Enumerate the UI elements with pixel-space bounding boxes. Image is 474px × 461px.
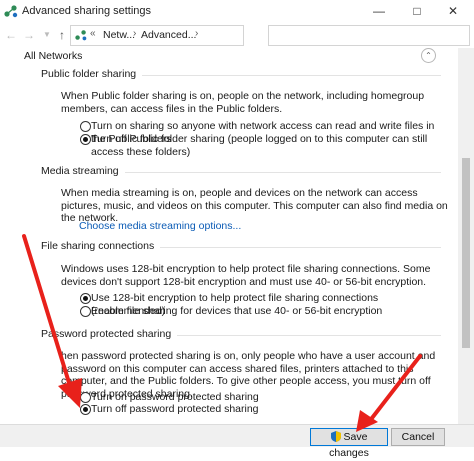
network-share-icon bbox=[4, 5, 18, 18]
scrollbar-thumb[interactable] bbox=[462, 158, 470, 348]
password-sharing-off-option[interactable]: Turn off password protected sharing bbox=[80, 403, 450, 416]
breadcrumb-network[interactable]: Netw... bbox=[103, 29, 135, 41]
radio-button[interactable] bbox=[80, 392, 91, 403]
network-share-icon bbox=[75, 30, 87, 41]
minimize-button[interactable]: — bbox=[362, 0, 396, 22]
section-header: File sharing connections bbox=[41, 239, 441, 255]
media-streaming-options-link[interactable]: Choose media streaming options... bbox=[79, 220, 241, 232]
media-streaming-description: When media streaming is on, people and d… bbox=[61, 187, 448, 224]
up-arrow-icon[interactable]: ↑ bbox=[55, 27, 69, 43]
uac-shield-icon bbox=[330, 431, 341, 442]
public-folder-on-option[interactable]: Turn on sharing so anyone with network a… bbox=[80, 120, 450, 145]
breadcrumb-overflow[interactable]: « bbox=[90, 28, 96, 39]
public-folder-off-option[interactable]: Turn off Public folder sharing (people l… bbox=[80, 133, 450, 159]
public-folder-description: When Public folder sharing is on, people… bbox=[61, 90, 425, 115]
file-sharing-description: Windows uses 128-bit encryption to help … bbox=[61, 263, 431, 288]
public-folder-title: Public folder sharing bbox=[41, 68, 143, 80]
window-title: Advanced sharing settings bbox=[22, 5, 152, 17]
all-networks-header: All Networks bbox=[24, 50, 83, 62]
address-bar: ← → ▼ ↑ « Netw... › Advanced... › bbox=[0, 22, 474, 48]
radio-button[interactable] bbox=[80, 121, 91, 132]
settings-panel: All Networks ⌃ Public folder sharing Whe… bbox=[0, 48, 458, 424]
title-bar: Advanced sharing settings — □ ✕ bbox=[0, 0, 474, 22]
password-sharing-title: Password protected sharing bbox=[41, 328, 178, 340]
radio-button[interactable] bbox=[80, 306, 91, 317]
recent-dropdown-icon[interactable]: ▼ bbox=[40, 27, 54, 43]
breadcrumb-separator[interactable]: › bbox=[133, 28, 136, 39]
breadcrumb-separator[interactable]: › bbox=[195, 28, 198, 39]
dialog-footer: Save changes Cancel bbox=[0, 424, 474, 459]
radio-label: Turn off password protected sharing bbox=[91, 403, 259, 415]
save-changes-button[interactable]: Save changes bbox=[310, 428, 388, 459]
close-button[interactable]: ✕ bbox=[436, 0, 470, 22]
forward-arrow-icon[interactable]: → bbox=[22, 27, 36, 43]
radio-label: Turn off Public folder sharing (people l… bbox=[91, 133, 428, 158]
encryption-128-option[interactable]: Use 128-bit encryption to help protect f… bbox=[80, 292, 450, 317]
search-input[interactable] bbox=[268, 25, 470, 46]
radio-button-selected[interactable] bbox=[80, 293, 91, 304]
breadcrumb-advanced[interactable]: Advanced... bbox=[141, 29, 196, 41]
radio-button-selected[interactable] bbox=[80, 134, 91, 145]
section-header: Public folder sharing bbox=[41, 67, 441, 83]
section-header: Media streaming bbox=[41, 164, 441, 180]
media-streaming-title: Media streaming bbox=[41, 165, 125, 177]
radio-button-selected[interactable] bbox=[80, 404, 91, 415]
maximize-button[interactable]: □ bbox=[400, 0, 434, 22]
encryption-40-option[interactable]: Enable file sharing for devices that use… bbox=[80, 305, 450, 318]
section-header: Password protected sharing bbox=[41, 327, 441, 343]
chevron-up-icon[interactable]: ⌃ bbox=[421, 48, 436, 63]
file-sharing-title: File sharing connections bbox=[41, 240, 161, 252]
vertical-scrollbar[interactable] bbox=[458, 48, 474, 424]
address-field[interactable]: « Netw... › Advanced... › bbox=[70, 25, 244, 46]
back-arrow-icon[interactable]: ← bbox=[4, 27, 18, 43]
cancel-button[interactable]: Cancel bbox=[391, 428, 445, 446]
radio-label: Turn on password protected sharing bbox=[91, 391, 259, 403]
radio-label: Enable file sharing for devices that use… bbox=[91, 305, 383, 317]
